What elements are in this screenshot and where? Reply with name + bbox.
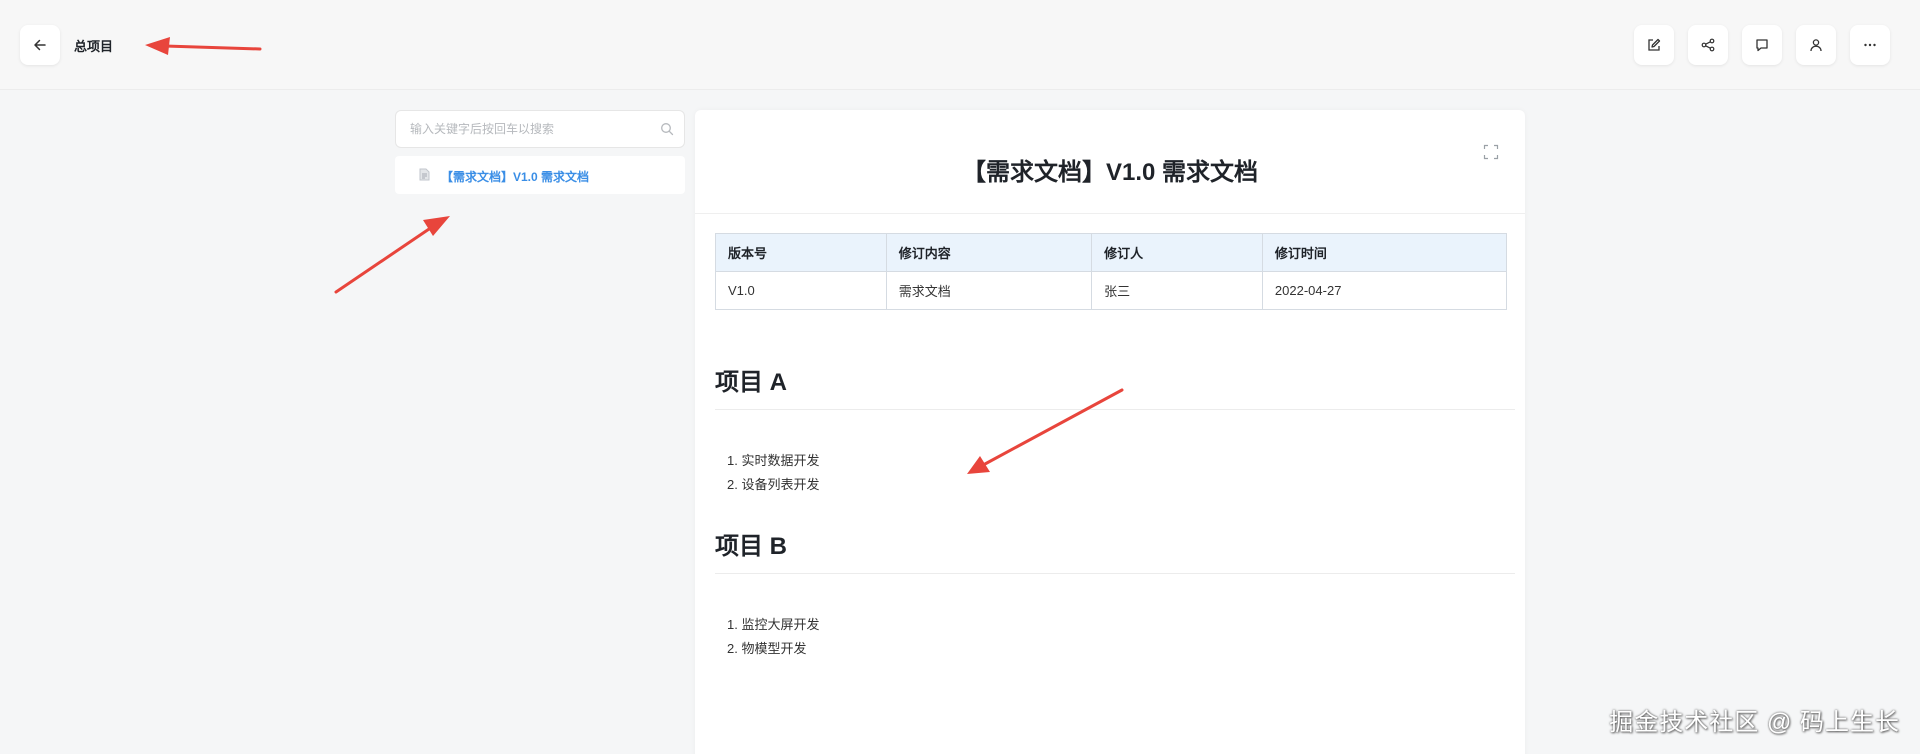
- edit-button[interactable]: [1634, 25, 1674, 65]
- comment-button[interactable]: [1742, 25, 1782, 65]
- search-icon[interactable]: [660, 122, 674, 136]
- more-button[interactable]: [1850, 25, 1890, 65]
- watermark: 掘金技术社区 @ 码上生长: [1609, 709, 1900, 736]
- table-header-row: 版本号 修订内容 修订人 修订时间: [715, 233, 1508, 272]
- list-item: 1. 监控大屏开发: [727, 617, 820, 632]
- document-card: 【需求文档】V1.0 需求文档 版本号 修订内容 修订人 修订时间 V1.0 需…: [695, 110, 1525, 754]
- table-row: V1.0 需求文档 张三 2022-04-27: [715, 271, 1508, 310]
- document-icon: [419, 168, 430, 181]
- table-cell: 需求文档: [885, 271, 1093, 310]
- table-header-cell: 修订人: [1091, 233, 1263, 272]
- edit-icon: [1648, 38, 1661, 51]
- revision-table: 版本号 修订内容 修订人 修订时间 V1.0 需求文档 张三 2022-04-2…: [715, 233, 1508, 310]
- comment-icon: [1756, 39, 1768, 52]
- share-button[interactable]: [1688, 25, 1728, 65]
- list-item: 1. 实时数据开发: [727, 453, 820, 468]
- search-box: [395, 110, 685, 148]
- user-icon: [1810, 39, 1822, 52]
- table-cell: V1.0: [715, 271, 887, 310]
- project-title: 总项目: [74, 39, 114, 54]
- table-cell: 张三: [1091, 271, 1263, 310]
- member-button[interactable]: [1796, 25, 1836, 65]
- search-input[interactable]: [410, 111, 650, 147]
- list-item: 2. 设备列表开发: [727, 477, 820, 492]
- table-header-cell: 修订内容: [885, 233, 1093, 272]
- table-header-cell: 版本号: [715, 233, 887, 272]
- document-title: 【需求文档】V1.0 需求文档: [961, 159, 1259, 186]
- table-header-cell: 修订时间: [1261, 233, 1508, 272]
- section-heading: 项目 B: [715, 526, 1515, 574]
- more-icon: [1864, 43, 1876, 47]
- table-cell: 2022-04-27: [1261, 271, 1508, 310]
- annotation-arrow: [334, 216, 450, 294]
- back-button[interactable]: [20, 25, 60, 65]
- list-item: 2. 物模型开发: [727, 641, 807, 656]
- share-icon: [1701, 38, 1715, 52]
- arrow-left-icon: [34, 39, 46, 51]
- fullscreen-icon[interactable]: [1483, 144, 1499, 160]
- top-bar: 总项目: [0, 0, 1920, 90]
- document-header: 【需求文档】V1.0 需求文档: [695, 110, 1525, 214]
- tree-item-label: 【需求文档】V1.0 需求文档: [441, 170, 590, 184]
- section-heading: 项目 A: [715, 362, 1515, 410]
- tree-item-requirements-doc[interactable]: 【需求文档】V1.0 需求文档: [395, 156, 685, 194]
